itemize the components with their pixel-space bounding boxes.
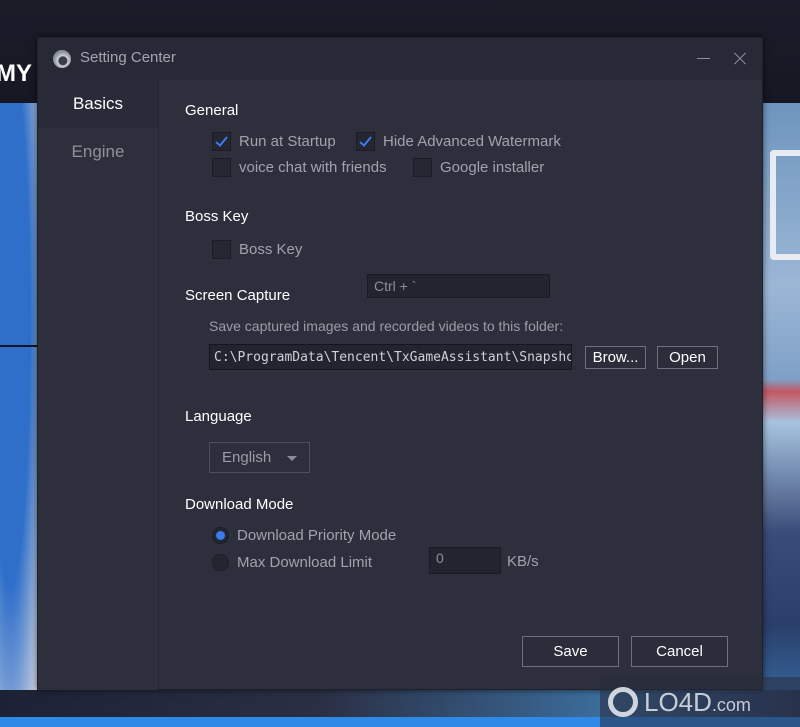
- background-brand-text: MY: [0, 60, 32, 87]
- cancel-button[interactable]: Cancel: [631, 636, 728, 667]
- watermark-suffix: .com: [711, 694, 751, 715]
- background-divider: [0, 345, 40, 347]
- download-priority-label: Download Priority Mode: [237, 527, 397, 544]
- section-title-language: Language: [185, 408, 252, 425]
- section-title-boss-key: Boss Key: [185, 208, 249, 225]
- voice-chat-label: voice chat with friends: [239, 159, 387, 176]
- checkmark-icon: [215, 136, 228, 147]
- max-download-limit-label: Max Download Limit: [237, 554, 373, 571]
- download-limit-input[interactable]: 0: [429, 547, 501, 574]
- google-installer-label: Google installer: [440, 159, 545, 176]
- checkmark-icon: [359, 136, 372, 147]
- language-selected-value: English: [222, 449, 272, 466]
- open-folder-button[interactable]: Open: [657, 346, 718, 369]
- capture-folder-path-field[interactable]: C:\ProgramData\Tencent\TxGameAssistant\S…: [209, 344, 572, 370]
- lo4d-watermark: LO4D.com: [600, 677, 800, 727]
- language-select[interactable]: English: [209, 442, 310, 473]
- section-title-download-mode: Download Mode: [185, 496, 294, 513]
- download-limit-unit: KB/s: [507, 553, 539, 570]
- option-max-download-limit[interactable]: Max Download Limit: [212, 554, 372, 571]
- download-priority-radio[interactable]: [212, 527, 229, 544]
- watermark-text: LO4D.com: [644, 687, 751, 718]
- boss-key-shortcut-field[interactable]: Ctrl + `: [367, 274, 550, 298]
- option-download-priority-mode[interactable]: Download Priority Mode: [212, 527, 396, 544]
- voice-chat-checkbox[interactable]: [212, 158, 231, 177]
- option-google-installer[interactable]: Google installer: [413, 158, 544, 177]
- sidebar-item-basics[interactable]: Basics: [38, 80, 158, 128]
- background-left-artwork: [0, 103, 40, 717]
- chevron-down-icon: [287, 456, 297, 461]
- radio-selected-dot: [216, 531, 225, 540]
- lo4d-logo-icon: [608, 687, 638, 717]
- browse-button[interactable]: Brow...: [585, 346, 646, 369]
- max-download-limit-radio[interactable]: [212, 554, 229, 571]
- watermark-brand: LO4D: [644, 686, 712, 717]
- section-title-general: General: [185, 102, 239, 119]
- option-run-at-startup[interactable]: Run at Startup: [212, 132, 336, 151]
- run-at-startup-checkbox[interactable]: [212, 132, 231, 151]
- title-bar[interactable]: Setting Center: [38, 38, 762, 80]
- hide-watermark-checkbox[interactable]: [356, 132, 375, 151]
- background-frame-graphic: [770, 150, 800, 260]
- option-hide-advanced-watermark[interactable]: Hide Advanced Watermark: [356, 132, 561, 151]
- minimize-icon[interactable]: [693, 48, 715, 70]
- run-at-startup-label: Run at Startup: [239, 133, 336, 150]
- app-logo-icon: [53, 50, 71, 68]
- section-title-screen-capture: Screen Capture: [185, 287, 291, 304]
- hide-watermark-label: Hide Advanced Watermark: [383, 133, 561, 150]
- dialog-title: Setting Center: [80, 49, 176, 66]
- option-voice-chat[interactable]: voice chat with friends: [212, 158, 387, 177]
- boss-key-label: Boss Key: [239, 241, 303, 258]
- settings-sidebar: Basics Engine: [38, 80, 159, 690]
- option-boss-key[interactable]: Boss Key: [212, 240, 302, 259]
- close-icon[interactable]: [730, 48, 752, 70]
- sidebar-item-engine[interactable]: Engine: [38, 128, 158, 176]
- settings-content: General Run at Startup Hide Advanced Wat…: [160, 80, 762, 689]
- google-installer-checkbox[interactable]: [413, 158, 432, 177]
- screen-capture-hint: Save captured images and recorded videos…: [209, 318, 564, 334]
- setting-center-dialog: Setting Center Basics Engine General Run…: [37, 37, 763, 690]
- save-button[interactable]: Save: [522, 636, 619, 667]
- boss-key-checkbox[interactable]: [212, 240, 231, 259]
